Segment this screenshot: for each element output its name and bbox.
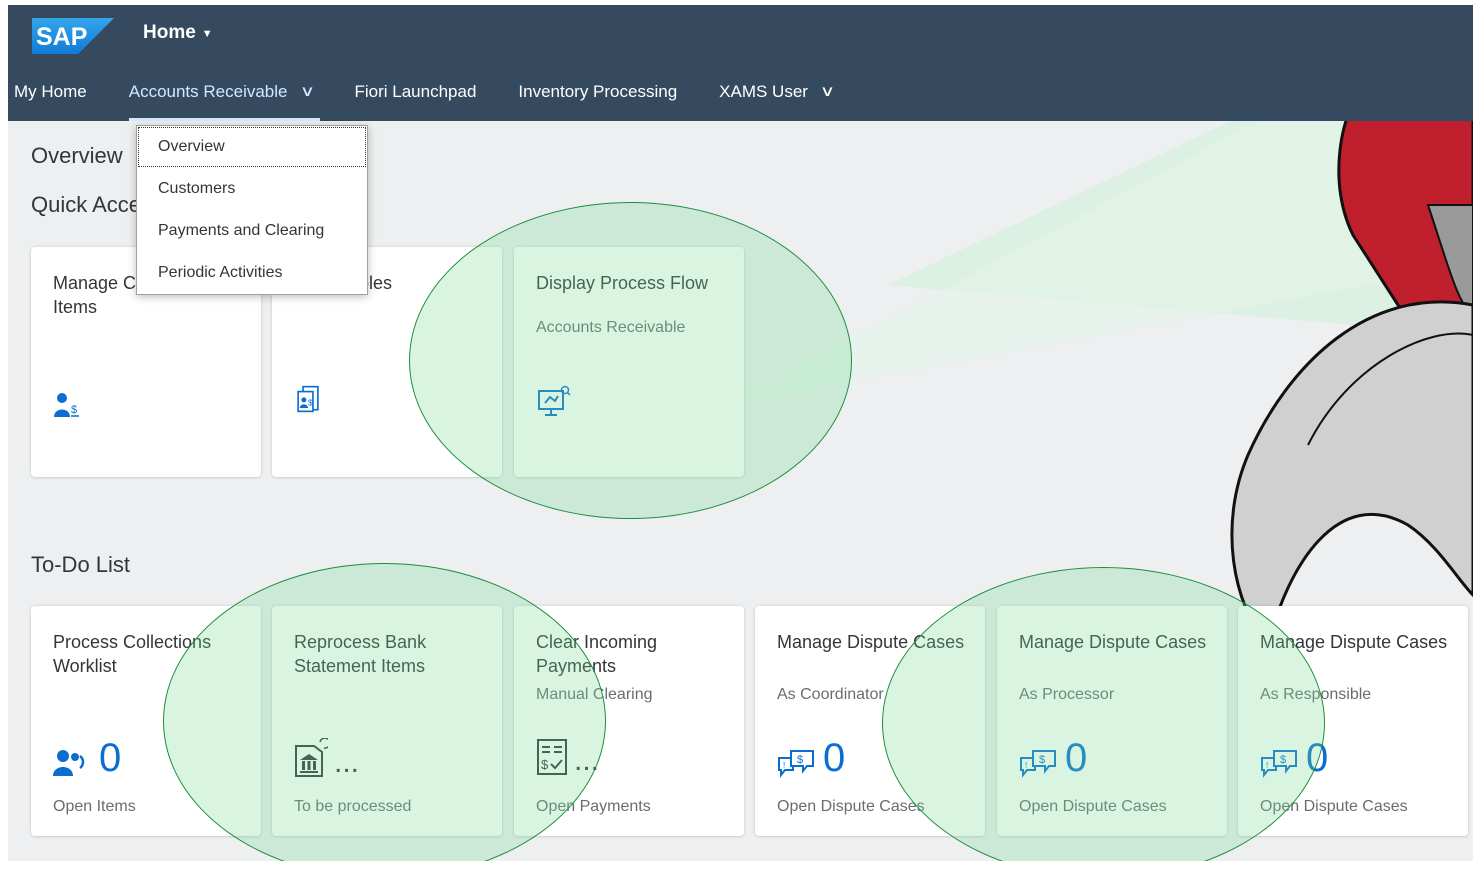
svg-text:!: ! [783, 761, 785, 770]
tile-footer: Open Dispute Cases [777, 798, 925, 815]
tile-kpi: ... [294, 738, 359, 778]
customer-money-icon: $ [54, 393, 79, 417]
tab-my-home[interactable]: My Home [14, 71, 87, 121]
tab-label: Inventory Processing [518, 82, 678, 101]
chevron-down-icon[interactable]: ∨ [299, 71, 314, 121]
tile-title: Reprocess Bank Statement Items [294, 632, 427, 676]
caret-down-icon: ▼ [201, 28, 213, 40]
svg-text:SAP: SAP [36, 23, 87, 51]
svg-text:$: $ [797, 754, 803, 766]
tile-footer: Open Payments [536, 798, 651, 815]
tab-label: Accounts Receivable [128, 82, 288, 101]
tile-footer: Open Dispute Cases [1019, 798, 1167, 815]
fiori-launchpad: SAP Home ▼ My Home Accounts Receivable ∨… [8, 5, 1473, 861]
tile-title: Process Collections Worklist [53, 632, 212, 676]
svg-text:$: $ [541, 757, 549, 772]
monitor-search-icon [538, 385, 571, 416]
tile-kpi: $ ... [536, 738, 599, 776]
sap-logo[interactable]: SAP [32, 18, 114, 54]
tab-label: Fiori Launchpad [354, 82, 477, 101]
tile-subtitle: As Responsible [1260, 686, 1372, 703]
dispute-icon: $ ! [1261, 750, 1297, 778]
section-title-todo-list: To-Do List [31, 552, 131, 577]
tile-kpi-value: 0 [823, 736, 846, 780]
tile-subtitle: Accounts Receivable [536, 319, 686, 336]
tile-footer: To be processed [294, 798, 412, 815]
tile-kpi: 0 [53, 738, 121, 778]
top-navigation-tabs: My Home Accounts Receivable ∨ Fiori Laun… [8, 71, 875, 121]
tile-title: Clear Incoming Payments [536, 632, 658, 676]
tile-title: Display Process Flow [536, 273, 709, 293]
menu-item-overview[interactable]: Overview [137, 126, 367, 168]
collections-icon [53, 750, 85, 776]
payment-document-icon: $ [537, 739, 567, 775]
tile-subtitle: Manual Clearing [536, 686, 653, 703]
tab-label: My Home [14, 82, 87, 101]
tile-subtitle: As Coordinator [777, 686, 884, 703]
tile-footer: Open Items [53, 798, 136, 815]
tile-title: Manage Dispute Cases [1019, 632, 1207, 652]
svg-text:$: $ [1039, 754, 1045, 766]
receivables-document-icon: $ [297, 385, 319, 413]
dispute-icon: $ ! [1020, 750, 1056, 778]
svg-text:!: ! [1266, 761, 1268, 770]
tile-clear-incoming-payments[interactable]: Clear Incoming Payments Manual Clearing … [514, 606, 744, 836]
tab-fiori-launchpad[interactable]: Fiori Launchpad [354, 71, 476, 121]
tab-accounts-receivable[interactable]: Accounts Receivable ∨ [128, 71, 321, 121]
tile-title: Manage Dispute Cases [777, 632, 965, 652]
tile-subtitle: As Processor [1019, 686, 1115, 703]
tile-kpi: $ ! 0 [1019, 738, 1087, 778]
tile-kpi-value: ... [574, 744, 600, 777]
menu-item-periodic-activities[interactable]: Periodic Activities [137, 252, 367, 294]
tile-reprocess-bank-statement-items[interactable]: Reprocess Bank Statement Items ... To be… [272, 606, 502, 836]
section-title-overview: Overview [31, 143, 123, 168]
tile-kpi-value: ... [334, 746, 360, 779]
tile-footer: Open Dispute Cases [1260, 798, 1408, 815]
tile-kpi-value: 0 [99, 736, 122, 780]
tile-manage-dispute-cases-responsible[interactable]: Manage Dispute Cases As Responsible $ ! … [1238, 606, 1468, 836]
tile-kpi: $ ! 0 [1260, 738, 1328, 778]
chevron-down-icon[interactable]: ∨ [820, 71, 835, 121]
svg-text:$: $ [1280, 754, 1286, 766]
home-menu-button[interactable]: Home ▼ [143, 22, 213, 44]
menu-item-customers[interactable]: Customers [137, 168, 367, 210]
svg-text:$: $ [71, 404, 77, 416]
tile-process-collections-worklist[interactable]: Process Collections Worklist 0 Open Item… [31, 606, 261, 836]
tile-display-process-flow[interactable]: Display Process Flow Accounts Receivable [514, 247, 744, 477]
bank-statement-icon [295, 738, 328, 777]
accounts-receivable-dropdown-menu: Overview Customers Payments and Clearing… [136, 125, 368, 295]
tab-xams-user[interactable]: XAMS User ∨ [719, 71, 835, 121]
tab-inventory-processing[interactable]: Inventory Processing [518, 71, 677, 121]
tile-title: Manage Dispute Cases [1260, 632, 1448, 652]
tile-manage-dispute-cases-processor[interactable]: Manage Dispute Cases As Processor $ ! 0 … [997, 606, 1227, 836]
tile-kpi-value: 0 [1065, 736, 1088, 780]
menu-item-payments-and-clearing[interactable]: Payments and Clearing [137, 210, 367, 252]
svg-text:$: $ [308, 399, 313, 408]
tile-kpi: $ ! 0 [777, 738, 845, 778]
tile-kpi-value: 0 [1306, 736, 1329, 780]
dispute-icon: $ ! [778, 750, 814, 778]
svg-text:!: ! [1025, 761, 1027, 770]
tab-label: XAMS User [719, 82, 808, 101]
tile-manage-dispute-cases-coordinator[interactable]: Manage Dispute Cases As Coordinator $ ! … [755, 606, 985, 836]
page-title: Home [143, 22, 196, 43]
